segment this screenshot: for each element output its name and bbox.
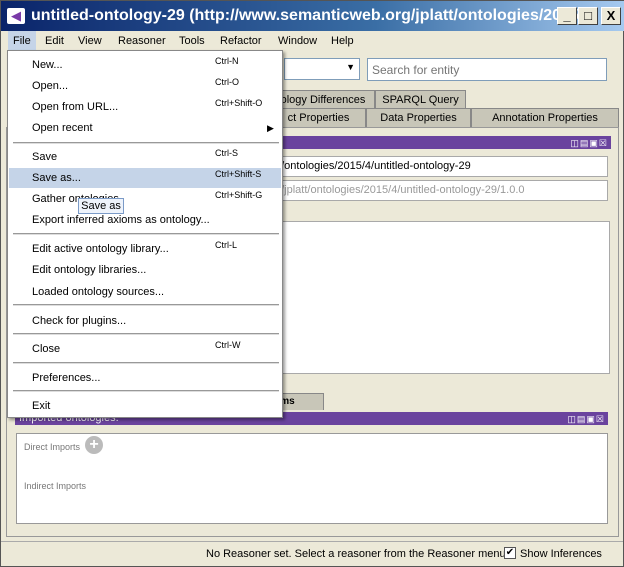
chevron-down-icon: ▼ bbox=[346, 62, 355, 72]
status-bar: No Reasoner set. Select a reasoner from … bbox=[1, 541, 623, 565]
menu-item-check-plugins[interactable]: Check for plugins... bbox=[9, 311, 281, 331]
menu-item-open-recent[interactable]: Open recent ▶ bbox=[9, 118, 281, 138]
ontology-selector-dropdown[interactable]: ▼ bbox=[284, 58, 360, 80]
menu-separator bbox=[13, 233, 279, 235]
protege-app-icon: ◀ bbox=[7, 8, 25, 24]
ontology-version-iri-field[interactable]: g/jplatt/ontologies/2015/4/untitled-onto… bbox=[271, 180, 608, 201]
minimize-button[interactable]: _ bbox=[557, 7, 577, 25]
menu-separator bbox=[13, 304, 279, 306]
file-menu-dropdown: New... Ctrl-N Open... Ctrl-O Open from URL… bbox=[7, 50, 283, 418]
close-button[interactable]: X bbox=[601, 7, 621, 25]
reasoner-status: No Reasoner set. Select a reasoner from … bbox=[206, 548, 506, 560]
menu-reasoner[interactable]: Reasoner bbox=[113, 31, 171, 51]
title-bar: untitled-ontology-29 (http://www.semanti… bbox=[1, 1, 624, 31]
tab-annotation-properties[interactable]: Annotation Properties bbox=[471, 108, 619, 127]
menu-help[interactable]: Help bbox=[326, 31, 359, 51]
tab-data-properties[interactable]: Data Properties bbox=[366, 108, 471, 127]
menu-separator bbox=[13, 362, 279, 364]
menu-item-edit-libraries[interactable]: Edit ontology libraries... bbox=[9, 260, 281, 280]
show-inferences-checkbox[interactable]: ✔ bbox=[504, 547, 516, 559]
view-controls-icon[interactable]: ◫▤▣☒ bbox=[567, 413, 605, 425]
menu-item-close[interactable]: Close Ctrl-W bbox=[9, 339, 281, 359]
imports-box: Direct Imports + Indirect Imports bbox=[16, 433, 608, 524]
tab-object-properties[interactable]: ct Properties bbox=[271, 108, 366, 127]
menu-refactor[interactable]: Refactor bbox=[215, 31, 267, 51]
menu-item-exit[interactable]: Exit bbox=[9, 396, 281, 416]
menu-separator bbox=[13, 390, 279, 392]
tab-ontology-differences[interactable]: ology Differences bbox=[271, 90, 375, 109]
menu-separator bbox=[13, 142, 279, 144]
menu-tools[interactable]: Tools bbox=[174, 31, 210, 51]
menu-item-loaded-sources[interactable]: Loaded ontology sources... bbox=[9, 282, 281, 302]
maximize-button[interactable]: □ bbox=[578, 7, 598, 25]
menu-bar: File Edit View Reasoner Tools Refactor W… bbox=[1, 31, 623, 51]
indirect-imports-label: Indirect Imports bbox=[24, 481, 87, 491]
menu-window[interactable]: Window bbox=[273, 31, 322, 51]
submenu-arrow-icon: ▶ bbox=[267, 123, 274, 133]
menu-edit[interactable]: Edit bbox=[40, 31, 69, 51]
menu-item-export-inferred[interactable]: Export inferred axioms as ontology... bbox=[9, 210, 281, 230]
direct-imports-label: Direct Imports bbox=[24, 442, 81, 452]
view-controls-icon[interactable]: ◫▤▣☒ bbox=[570, 137, 608, 149]
tab-sparql-query[interactable]: SPARQL Query bbox=[375, 90, 466, 109]
show-inferences-label: Show Inferences bbox=[520, 548, 602, 560]
menu-item-gather-ontologies[interactable]: Gather ontologies Ctrl+Shift-G bbox=[9, 189, 281, 209]
menu-view[interactable]: View bbox=[73, 31, 107, 51]
search-input[interactable] bbox=[367, 58, 607, 81]
menu-item-new[interactable]: New... Ctrl-N bbox=[9, 55, 281, 75]
tooltip: Save as bbox=[78, 198, 124, 214]
annotations-box bbox=[271, 221, 610, 374]
menu-item-edit-active-library[interactable]: Edit active ontology library... Ctrl-L bbox=[9, 239, 281, 259]
add-import-icon[interactable]: + bbox=[85, 436, 103, 454]
menu-file[interactable]: File bbox=[8, 31, 36, 51]
menu-item-preferences[interactable]: Preferences... bbox=[9, 368, 281, 388]
ontology-iri-field[interactable]: tt/ontologies/2015/4/untitled-ontology-2… bbox=[271, 156, 608, 177]
menu-item-open-from-url[interactable]: Open from URL... Ctrl+Shift-O bbox=[9, 97, 281, 117]
